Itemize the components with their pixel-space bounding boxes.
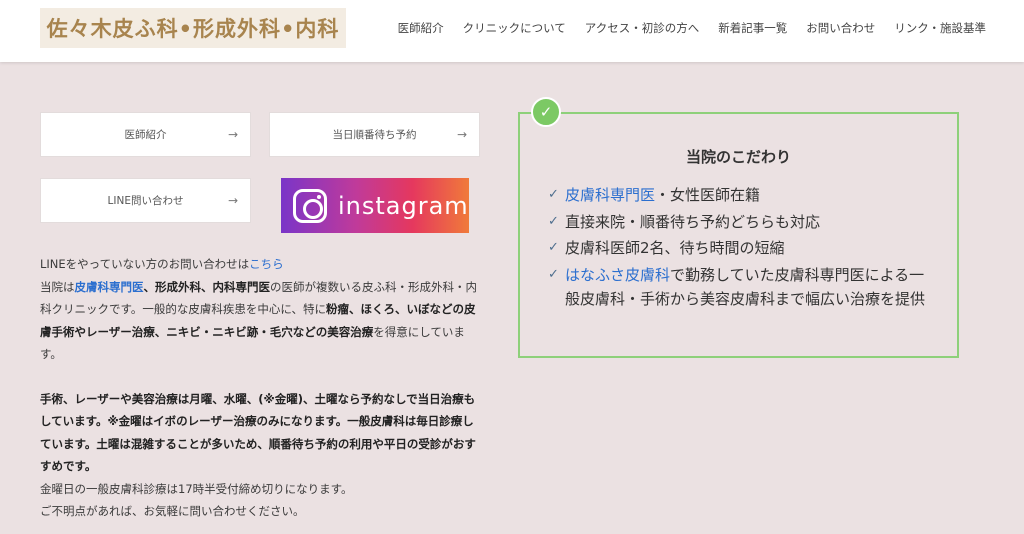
inquiry-note: ご不明点があれば、お気軽に問い合わせください。	[40, 504, 305, 518]
arrow-right-icon: →	[456, 127, 467, 142]
arrow-right-icon: →	[227, 127, 238, 142]
check-circle-icon: ✓	[531, 97, 561, 127]
arrow-right-icon: →	[227, 193, 238, 208]
instagram-wordmark: instagram	[338, 191, 469, 220]
reserve-button[interactable]: 当日順番待ち予約 →	[269, 112, 480, 157]
nav-item-news[interactable]: 新着記事一覧	[718, 20, 787, 36]
line-contact-button[interactable]: LINE問い合わせ →	[40, 178, 251, 223]
features-list: ✓ 皮膚科専門医・女性医師在籍 ✓ 直接来院・順番待ち予約どちらも対応 ✓ 皮膚科医師…	[548, 183, 938, 314]
site-logo[interactable]: 佐々木皮ふ科•形成外科•内科	[40, 8, 346, 48]
nav-item-clinic[interactable]: クリニックについて	[463, 20, 566, 36]
contact-here-link[interactable]: こちら	[249, 257, 284, 271]
list-item: ✓ はなふさ皮膚科で勤務していた皮膚科専門医による一般皮膚科・手術から美容皮膚科ま…	[548, 263, 938, 312]
instagram-banner[interactable]: instagram	[281, 178, 469, 233]
main-nav: 医師紹介 クリニックについて アクセス・初診の方へ 新着記事一覧 お問い合わせ …	[398, 0, 986, 56]
list-item: ✓ 皮膚科専門医・女性医師在籍	[548, 183, 938, 208]
treatment-schedule-paragraph: 手術、レーザーや美容治療は月曜、水曜、(※金曜)、土曜なら予約なしで当日治療もし…	[40, 391, 476, 474]
friday-note: 金曜日の一般皮膚科診療は17時半受付締め切りになります。	[40, 481, 353, 496]
checkmark-icon: ✓	[548, 266, 559, 282]
nav-item-doctor[interactable]: 医師紹介	[398, 20, 444, 36]
doctor-button-label: 医師紹介	[124, 129, 167, 141]
line-contact-note: LINEをやっていない方のお問い合わせはこちら	[40, 257, 284, 271]
instagram-camera-icon	[293, 188, 327, 223]
nav-item-access[interactable]: アクセス・初診の方へ	[585, 20, 699, 36]
hanafusa-clinic-link[interactable]: はなふさ皮膚科	[565, 266, 670, 284]
nav-item-links[interactable]: リンク・施設基準	[894, 20, 986, 36]
list-item: ✓ 直接来院・順番待ち予約どちらも対応	[548, 210, 938, 235]
line-contact-button-label: LINE問い合わせ	[107, 195, 184, 207]
list-item: ✓ 皮膚科医師2名、待ち時間の短縮	[548, 236, 938, 261]
doctor-button[interactable]: 医師紹介 →	[40, 112, 251, 157]
checkmark-icon: ✓	[548, 213, 559, 229]
reserve-button-label: 当日順番待ち予約	[332, 129, 417, 141]
intro-text: LINEをやっていない方のお問い合わせはこちら 当院は皮膚科専門医、形成外科、内…	[40, 253, 480, 523]
nav-item-contact[interactable]: お問い合わせ	[806, 20, 875, 36]
intro-paragraph: 当院は皮膚科専門医、形成外科、内科専門医の医師が複数いる皮ふ科・形成外科・内科ク…	[40, 279, 477, 362]
features-title: 当院のこだわり	[685, 148, 791, 166]
dermatologist-feature-link[interactable]: 皮膚科専門医	[565, 186, 655, 204]
site-header: 佐々木皮ふ科•形成外科•内科 医師紹介 クリニックについて アクセス・初診の方へ…	[0, 0, 1024, 62]
checkmark-icon: ✓	[548, 187, 559, 202]
checkmark-icon: ✓	[548, 240, 559, 255]
dermatologist-link[interactable]: 皮膚科専門医	[75, 280, 144, 294]
